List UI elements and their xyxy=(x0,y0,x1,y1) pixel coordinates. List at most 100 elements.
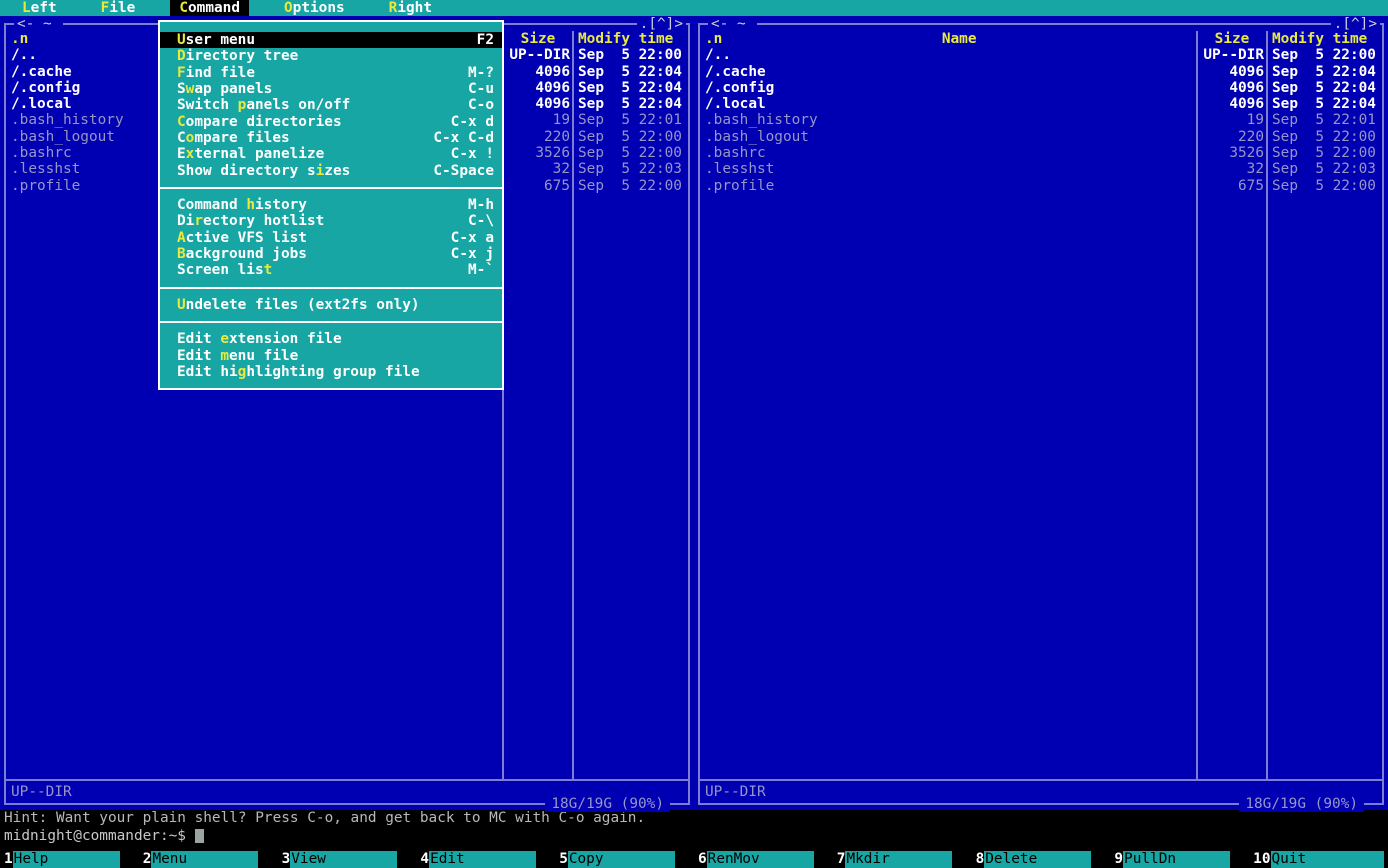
left-panel-col-size[interactable]: Size xyxy=(502,31,572,47)
fkey-7-mkdir-button[interactable]: 7Mkdir xyxy=(833,851,972,868)
menu-item-user-menu[interactable]: User menuF2 xyxy=(160,32,502,48)
menu-section: Command historyM-hDirectory hotlistC-\Ac… xyxy=(160,189,502,287)
menu-item-label: Active VFS list xyxy=(177,230,451,246)
file-name: /.local xyxy=(700,96,1196,112)
menu-item-shortcut: M-` xyxy=(468,262,494,278)
menu-item-edit-extension-file[interactable]: Edit extension file xyxy=(160,331,502,347)
menu-item-find-file[interactable]: Find fileM-? xyxy=(160,65,502,81)
menu-item-shortcut: C-u xyxy=(468,81,494,97)
hotkey-letter: w xyxy=(186,81,195,97)
right-panel-frame: <- ~ .[^]>.nNameSizeModify time/..UP--DI… xyxy=(698,23,1384,805)
column-filler xyxy=(1196,194,1266,779)
file-row-bash-history[interactable]: .bash_history19Sep 5 22:01 xyxy=(700,112,1382,128)
menu-item-directory-hotlist[interactable]: Directory hotlistC-\ xyxy=(160,213,502,229)
menu-item-label: Screen list xyxy=(177,262,468,278)
file-modify-time: Sep 5 22:01 xyxy=(572,112,688,128)
fkey-label: Menu xyxy=(151,851,258,868)
menu-item-label: Compare files xyxy=(177,130,433,146)
right-panel-path[interactable]: <- ~ xyxy=(708,16,757,32)
hotkey-letter: i xyxy=(316,163,325,179)
right-panel-col-modify-time[interactable]: Modify time xyxy=(1266,31,1382,47)
menu-item-command-history[interactable]: Command historyM-h xyxy=(160,197,502,213)
file-size: 4096 xyxy=(1196,64,1266,80)
menu-item-background-jobs[interactable]: Background jobsC-x j xyxy=(160,246,502,262)
file-row-local[interactable]: /.local4096Sep 5 22:04 xyxy=(700,96,1382,112)
file-modify-time: Sep 5 22:00 xyxy=(572,145,688,161)
fkey-1-help-button[interactable]: 1Help xyxy=(0,851,139,868)
menu-section: Edit extension fileEdit menu fileEdit hi… xyxy=(160,323,502,388)
menu-item-directory-tree[interactable]: Directory tree xyxy=(160,48,502,64)
menu-item-label: Command history xyxy=(177,197,468,213)
menu-item-screen-list[interactable]: Screen listM-` xyxy=(160,262,502,278)
file-modify-time: Sep 5 22:04 xyxy=(572,80,688,96)
fkey-8-delete-button[interactable]: 8Delete xyxy=(972,851,1111,868)
fkey-10-quit-button[interactable]: 10Quit xyxy=(1249,851,1388,868)
file-size: UP--DIR xyxy=(1196,47,1266,63)
left-panel-path[interactable]: <- ~ xyxy=(14,16,63,32)
left-panel-history-buttons[interactable]: .[^]> xyxy=(637,16,686,32)
right-panel-col-size[interactable]: Size xyxy=(1196,31,1266,47)
menubar-item-file[interactable]: File xyxy=(92,0,145,16)
file-name: /.. xyxy=(700,47,1196,63)
file-modify-time: Sep 5 22:00 xyxy=(1266,47,1382,63)
menu-item-swap-panels[interactable]: Swap panelsC-u xyxy=(160,81,502,97)
fkey-number: 6 xyxy=(694,851,707,868)
menu-item-label: Show directory sizes xyxy=(177,163,433,179)
menubar-item-right[interactable]: Right xyxy=(380,0,441,16)
menu-item-undelete-files-ext2fs-only[interactable]: Undelete files (ext2fs only) xyxy=(160,297,502,313)
file-row-[interactable]: /..UP--DIRSep 5 22:00 xyxy=(700,47,1382,63)
right-panel-body: .nNameSizeModify time/..UP--DIRSep 5 22:… xyxy=(700,25,1382,803)
menu-item-compare-files[interactable]: Compare filesC-x C-d xyxy=(160,130,502,146)
right-panel-col-name[interactable]: .nName xyxy=(700,31,1196,47)
file-name: .bashrc xyxy=(700,145,1196,161)
fkey-2-menu-button[interactable]: 2Menu xyxy=(139,851,278,868)
fkey-label: View xyxy=(290,851,397,868)
menu-item-shortcut: C-x ! xyxy=(451,146,494,162)
menu-item-compare-directories[interactable]: Compare directoriesC-x d xyxy=(160,114,502,130)
column-filler xyxy=(572,194,688,779)
menubar-item-left[interactable]: Left xyxy=(13,0,66,16)
file-row-bash-logout[interactable]: .bash_logout220Sep 5 22:00 xyxy=(700,129,1382,145)
menu-item-label: Edit highlighting group file xyxy=(177,364,494,380)
left-panel-col-modify-time[interactable]: Modify time xyxy=(572,31,688,47)
sort-indicator: .n xyxy=(705,31,722,47)
right-panel-history-buttons[interactable]: .[^]> xyxy=(1331,16,1380,32)
fkey-3-view-button[interactable]: 3View xyxy=(278,851,417,868)
menu-item-active-vfs-list[interactable]: Active VFS listC-x a xyxy=(160,230,502,246)
fkey-9-pulldn-button[interactable]: 9PullDn xyxy=(1110,851,1249,868)
file-modify-time: Sep 5 22:03 xyxy=(572,161,688,177)
file-row-bashrc[interactable]: .bashrc3526Sep 5 22:00 xyxy=(700,145,1382,161)
fkey-5-copy-button[interactable]: 5Copy xyxy=(555,851,694,868)
file-modify-time: Sep 5 22:04 xyxy=(1266,96,1382,112)
hotkey-letter: C xyxy=(177,114,186,130)
menubar-item-options[interactable]: Options xyxy=(275,0,354,16)
file-modify-time: Sep 5 22:01 xyxy=(1266,112,1382,128)
left-panel-free-space: 18G/19G (90%) xyxy=(545,796,670,812)
file-size: 4096 xyxy=(502,80,572,96)
file-row-cache[interactable]: /.cache4096Sep 5 22:04 xyxy=(700,64,1382,80)
menu-item-edit-menu-file[interactable]: Edit menu file xyxy=(160,348,502,364)
file-modify-time: Sep 5 22:00 xyxy=(1266,145,1382,161)
menu-item-edit-highlighting-group-file[interactable]: Edit highlighting group file xyxy=(160,364,502,380)
menu-item-shortcut: C-x d xyxy=(451,114,494,130)
file-size: 32 xyxy=(502,161,572,177)
file-size: 220 xyxy=(502,129,572,145)
menu-item-switch-panels-on-off[interactable]: Switch panels on/offC-o xyxy=(160,97,502,113)
menu-item-show-directory-sizes[interactable]: Show directory sizesC-Space xyxy=(160,163,502,179)
file-row-lesshst[interactable]: .lesshst32Sep 5 22:03 xyxy=(700,161,1382,177)
fkey-6-renmov-button[interactable]: 6RenMov xyxy=(694,851,833,868)
hotkey-letter: R xyxy=(389,0,398,16)
menu-item-shortcut: F2 xyxy=(477,32,494,48)
fkey-4-edit-button[interactable]: 4Edit xyxy=(416,851,555,868)
file-modify-time: Sep 5 22:04 xyxy=(1266,64,1382,80)
hotkey-letter: r xyxy=(194,213,203,229)
file-row-profile[interactable]: .profile675Sep 5 22:00 xyxy=(700,178,1382,194)
menubar-item-command[interactable]: Command xyxy=(170,0,249,16)
shell-input-line[interactable]: midnight@commander:~$ xyxy=(0,827,1388,844)
file-size: 19 xyxy=(502,112,572,128)
hotkey-letter: F xyxy=(101,0,110,16)
menu-bar: Left File Command Options Right xyxy=(0,0,1388,16)
fkey-label: RenMov xyxy=(707,851,814,868)
menu-item-external-panelize[interactable]: External panelizeC-x ! xyxy=(160,146,502,162)
file-row-config[interactable]: /.config4096Sep 5 22:04 xyxy=(700,80,1382,96)
